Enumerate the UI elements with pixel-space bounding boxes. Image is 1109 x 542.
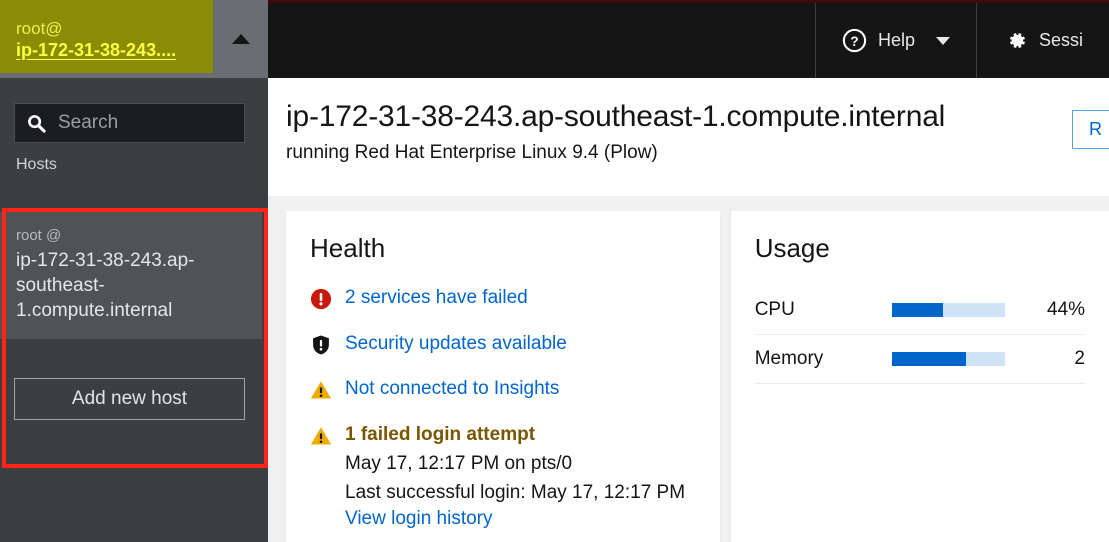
health-row-services-failed-label[interactable]: 2 services have failed	[345, 286, 528, 311]
add-new-host-button[interactable]: Add new host	[14, 378, 245, 420]
help-icon: ?	[842, 28, 867, 53]
host-switcher-bar: root@ ip-172-31-38-243....	[0, 0, 268, 78]
host-switcher-button[interactable]: root@ ip-172-31-38-243....	[0, 0, 213, 73]
failed-login-detail-line-2: Last successful login: May 17, 12:17 PM	[345, 482, 686, 504]
health-row-failed-login[interactable]: 1 failed login attempt May 17, 12:17 PM …	[310, 423, 696, 530]
error-circle-icon	[310, 288, 332, 310]
nav-item-help-label: Help	[877, 30, 915, 50]
memory-progress-fill	[892, 352, 966, 366]
health-row-failed-login-label: 1 failed login attempt	[345, 424, 536, 446]
failed-login-detail-line-1: May 17, 12:17 PM on pts/0	[345, 452, 573, 474]
usage-card: Usage CPU 44% Memory 2	[730, 211, 1109, 542]
cockpit-window: root@ ip-172-31-38-243.... Search Hosts	[0, 0, 1109, 542]
usage-row-memory-value: 2	[1019, 334, 1085, 384]
top-navbar: ? Help Sessi	[268, 0, 1109, 78]
usage-row-memory-bar	[892, 334, 1020, 384]
cpu-progress-track	[892, 303, 1006, 317]
nav-item-help[interactable]: ? Help	[814, 3, 976, 78]
host-switcher-toggle[interactable]	[213, 0, 268, 78]
security-shield-icon	[310, 334, 332, 356]
hosts-section-label: Hosts	[16, 156, 57, 173]
memory-progress-track	[892, 352, 1006, 366]
reboot-button[interactable]: R	[1072, 110, 1109, 149]
health-row-insights-label[interactable]: Not connected to Insights	[345, 377, 559, 402]
search-icon	[27, 114, 46, 133]
sidebar-host-item[interactable]: root @ ip-172-31-38-243.ap-southeast-1.c…	[0, 212, 262, 340]
nav-item-session[interactable]: Sessi	[975, 3, 1109, 78]
warning-triangle-icon	[310, 379, 332, 401]
health-row-security-updates-label[interactable]: Security updates available	[345, 332, 567, 357]
health-row-services-failed[interactable]: 2 services have failed	[310, 286, 696, 311]
search-input-placeholder[interactable]: Search	[58, 112, 118, 134]
health-card-title: Health	[310, 233, 386, 263]
nav-item-session-label: Sessi	[1038, 30, 1083, 50]
sidebar-host-item-user: root @	[16, 227, 62, 244]
search-box[interactable]: Search	[14, 103, 245, 143]
usage-row-memory-label: Memory	[754, 334, 893, 384]
svg-text:?: ?	[850, 34, 858, 49]
usage-row-memory: Memory 2	[754, 334, 1085, 384]
sidebar: root@ ip-172-31-38-243.... Search Hosts	[0, 0, 268, 542]
sidebar-host-item-name: ip-172-31-38-243.ap-southeast-1.compute.…	[16, 249, 195, 321]
usage-row-cpu-value: 44%	[1019, 286, 1085, 335]
sidebar-body: Search Hosts root @ ip-172-31-38-243.ap-…	[0, 78, 268, 542]
view-login-history-link[interactable]: View login history	[345, 508, 685, 530]
usage-card-title: Usage	[754, 233, 830, 263]
health-row-security-updates[interactable]: Security updates available	[310, 332, 696, 357]
usage-row-cpu-label: CPU	[754, 286, 893, 335]
usage-table: CPU 44% Memory 2	[754, 286, 1085, 384]
cards-row: Health 2 services have failed Security u…	[268, 196, 1109, 542]
page-header: ip-172-31-38-243.ap-southeast-1.compute.…	[268, 78, 1109, 196]
main-content: ip-172-31-38-243.ap-southeast-1.compute.…	[268, 78, 1109, 542]
cpu-progress-fill	[892, 303, 944, 317]
caret-up-icon	[231, 34, 250, 44]
gear-icon	[1003, 28, 1028, 53]
usage-row-cpu: CPU 44%	[754, 286, 1085, 335]
health-row-insights[interactable]: Not connected to Insights	[310, 377, 696, 402]
chevron-down-icon	[935, 36, 950, 45]
page-subtitle: running Red Hat Enterprise Linux 9.4 (Pl…	[286, 142, 658, 163]
host-switcher-user: root@	[16, 18, 63, 38]
host-switcher-hostname: ip-172-31-38-243....	[16, 39, 177, 60]
page-title: ip-172-31-38-243.ap-southeast-1.compute.…	[286, 100, 946, 133]
health-card: Health 2 services have failed Security u…	[286, 211, 720, 542]
warning-triangle-icon	[310, 425, 332, 447]
usage-row-cpu-bar	[892, 286, 1020, 335]
